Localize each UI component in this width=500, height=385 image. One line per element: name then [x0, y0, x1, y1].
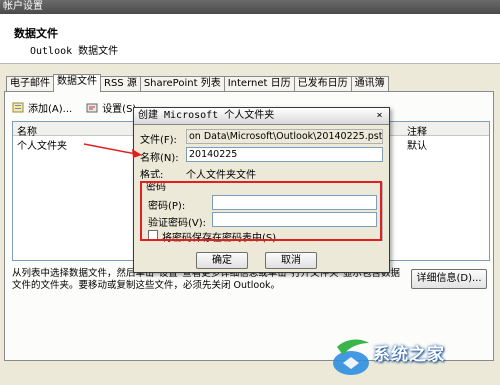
cancel-button[interactable]: 取消: [265, 252, 317, 269]
format-value: 个人文件夹文件: [186, 170, 256, 181]
dialog-title: 创建 Microsoft 个人文件夹: [138, 110, 275, 121]
watermark-logo: 系统之家: [333, 325, 500, 385]
close-icon[interactable]: ×: [373, 110, 386, 122]
tab-strip: 电子邮件 数据文件 RSS 源 SharePoint 列表 Internet 日…: [6, 74, 389, 92]
settings-button-label: 设置(S): [102, 103, 137, 115]
details-button[interactable]: 详细信息(D)...: [411, 269, 487, 289]
tab-internet-calendar[interactable]: Internet 日历: [223, 76, 295, 92]
red-arrow-icon: [83, 143, 142, 158]
toolbar: 添加(A)... 设置(S): [12, 98, 136, 116]
page-subtitle: Outlook 数据文件: [30, 46, 119, 57]
tab-address-book[interactable]: 通讯簿: [350, 76, 389, 92]
tab-published-calendar[interactable]: 已发布日历: [293, 76, 352, 92]
watermark-text: 系统之家: [373, 345, 445, 365]
dialog-titlebar: 创建 Microsoft 个人文件夹 ×: [134, 108, 389, 125]
window-title: 帐户设置: [3, 1, 43, 12]
list-item-comment: 默认: [407, 141, 427, 152]
leaf-logo-icon: [333, 339, 369, 375]
add-button-label: 添加(A)...: [28, 103, 73, 115]
settings-button[interactable]: 设置(S): [86, 100, 136, 115]
tab-email[interactable]: 电子邮件: [6, 76, 54, 92]
tab-sharepoint[interactable]: SharePoint 列表: [139, 76, 225, 92]
list-item-name: 个人文件夹: [17, 141, 67, 152]
add-button[interactable]: 添加(A)...: [12, 100, 72, 115]
add-file-icon: [12, 102, 24, 112]
highlight-box: [140, 181, 382, 241]
file-path-field: on Data\Microsoft\Outlook\20140225.pst: [186, 129, 383, 144]
tab-data-files[interactable]: 数据文件: [53, 74, 101, 92]
name-field[interactable]: 20140225: [186, 147, 383, 162]
page-title: 数据文件: [14, 27, 58, 40]
page-header: 数据文件 Outlook 数据文件: [0, 14, 500, 64]
window-titlebar: 帐户设置: [0, 0, 500, 14]
tab-rss[interactable]: RSS 源: [100, 76, 141, 92]
settings-icon: [86, 103, 98, 112]
ok-button[interactable]: 确定: [196, 252, 248, 269]
